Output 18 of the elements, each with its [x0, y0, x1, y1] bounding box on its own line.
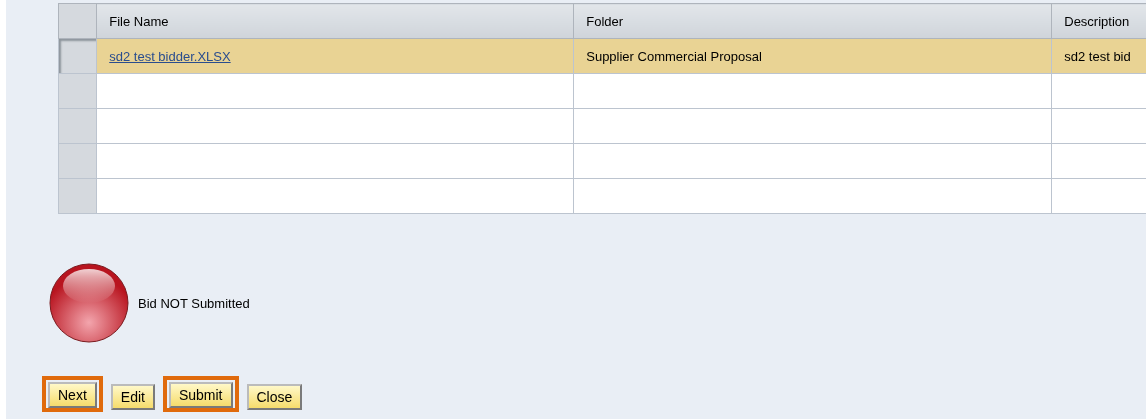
row-selector[interactable] [58, 38, 97, 74]
row-selector[interactable] [58, 108, 97, 144]
column-header[interactable]: Folder [573, 3, 1052, 39]
status-light-icon [48, 262, 130, 344]
action-button[interactable]: Next [48, 382, 97, 408]
row-selector[interactable] [58, 143, 97, 179]
column-header[interactable]: File Name [96, 3, 574, 39]
table-cell: sd2 test bid [1051, 38, 1146, 74]
action-button[interactable]: Submit [168, 382, 233, 408]
file-link[interactable]: sd2 test bidder.XLSX [109, 48, 231, 64]
status-text: Bid NOT Submitted [138, 295, 250, 311]
action-button[interactable]: Edit [110, 384, 155, 410]
table-cell: Supplier Commercial Proposal [573, 38, 1052, 74]
action-button[interactable]: Close [246, 384, 303, 410]
row-selector[interactable] [58, 73, 97, 109]
column-header[interactable]: Description [1051, 3, 1146, 39]
row-selector-header [58, 3, 97, 39]
row-selector[interactable] [58, 178, 97, 214]
